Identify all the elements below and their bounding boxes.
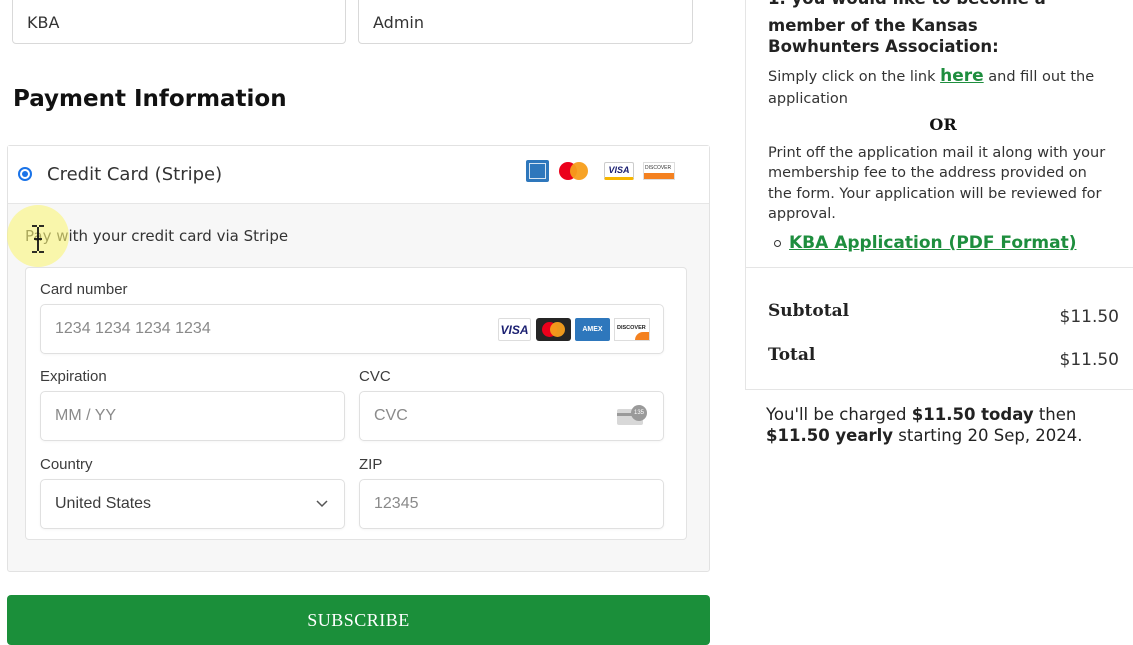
card-number-brands: VISA AMEX DISCOVER — [498, 318, 650, 342]
payment-method-row[interactable]: Credit Card (Stripe) VISA DISCOVER — [8, 146, 709, 204]
visa-icon-text: VISA — [608, 165, 630, 175]
chevron-down-icon — [316, 500, 328, 508]
membership-info-box: 1. you would like to become a member of … — [745, 0, 1133, 268]
cvc-placeholder: CVC — [374, 407, 408, 424]
text-cursor-icon — [32, 225, 44, 253]
visa-icon-text: VISA — [500, 322, 529, 337]
membership-heading-partial: 1. you would like to become a — [768, 0, 1046, 8]
card-brands: VISA DISCOVER — [526, 159, 676, 183]
total-label: Total — [768, 345, 816, 365]
membership-link-paragraph: Simply click on the link here and fill o… — [768, 65, 1113, 109]
payment-methods-box: Credit Card (Stripe) VISA DISCOVER Pay w… — [7, 145, 710, 572]
application-link[interactable]: KBA Application (PDF Format) — [789, 233, 1077, 253]
charge-mid: then — [1033, 405, 1077, 424]
amex-icon-text: AMEX — [582, 326, 603, 333]
subscribe-button-label: SUBSCRIBE — [307, 609, 410, 630]
application-link-item: KBA Application (PDF Format) — [774, 233, 1077, 253]
zip-label: ZIP — [359, 456, 383, 473]
order-totals-box: Subtotal $11.50 Total $11.50 — [745, 268, 1133, 390]
amex-icon — [526, 160, 549, 182]
visa-icon: VISA — [498, 318, 531, 341]
cvc-badge-text: 135 — [631, 405, 647, 421]
mastercard-icon — [559, 162, 589, 180]
credit-card-label: Credit Card (Stripe) — [47, 164, 223, 185]
stripe-card-element: Card number 1234 1234 1234 1234 VISA AME… — [25, 267, 687, 540]
discover-icon-text: DISCOVER — [617, 325, 646, 331]
subscribe-button[interactable]: SUBSCRIBE — [7, 595, 710, 645]
payment-heading: Payment Information — [13, 86, 287, 112]
amex-icon: AMEX — [575, 318, 610, 341]
charge-prefix: You'll be charged — [766, 405, 912, 424]
discover-icon: DISCOVER — [643, 162, 675, 180]
card-number-input[interactable]: 1234 1234 1234 1234 VISA AMEX DISCOVER — [40, 304, 664, 354]
card-number-label: Card number — [40, 281, 128, 298]
mastercard-icon — [536, 318, 571, 341]
country-select-value: United States — [55, 495, 152, 512]
print-instructions: Print off the application mail it along … — [768, 145, 1106, 222]
or-text: OR — [929, 115, 957, 134]
credit-card-radio[interactable] — [18, 167, 32, 181]
expiration-label: Expiration — [40, 368, 107, 385]
country-select[interactable]: United States — [40, 479, 345, 529]
cvc-label: CVC — [359, 368, 391, 385]
company-field[interactable]: KBA — [12, 0, 346, 44]
charge-today: $11.50 today — [911, 405, 1034, 424]
charge-notice: You'll be charged $11.50 today then $11.… — [766, 404, 1126, 447]
subtotal-label: Subtotal — [768, 301, 850, 321]
zip-placeholder: 12345 — [374, 495, 419, 512]
charge-yearly: $11.50 yearly — [766, 426, 894, 446]
last-name-field[interactable]: Admin — [358, 0, 693, 44]
charge-suffix: starting 20 Sep, 2024. — [893, 426, 1083, 446]
cvc-input[interactable]: CVC 135 — [359, 391, 664, 441]
card-number-placeholder: 1234 1234 1234 1234 — [55, 320, 211, 337]
click-prefix: Simply click on the link — [768, 69, 941, 85]
membership-heading: member of the Kansas Bowhunters Associat… — [768, 16, 999, 57]
expiration-placeholder: MM / YY — [55, 407, 117, 424]
total-value: $11.50 — [1059, 350, 1119, 370]
bullet-icon — [774, 239, 781, 247]
subtotal-value: $11.50 — [1059, 307, 1119, 327]
discover-icon-text: DISCOVER — [645, 165, 672, 171]
country-label: Country — [40, 456, 93, 473]
here-link[interactable]: here — [940, 66, 984, 86]
last-name-field-value: Admin — [373, 12, 424, 32]
expiration-input[interactable]: MM / YY — [40, 391, 345, 441]
visa-icon: VISA — [604, 162, 634, 180]
discover-icon: DISCOVER — [614, 318, 650, 341]
company-field-value: KBA — [27, 12, 60, 32]
zip-input[interactable]: 12345 — [359, 479, 664, 529]
cvc-card-icon: 135 — [617, 405, 649, 427]
